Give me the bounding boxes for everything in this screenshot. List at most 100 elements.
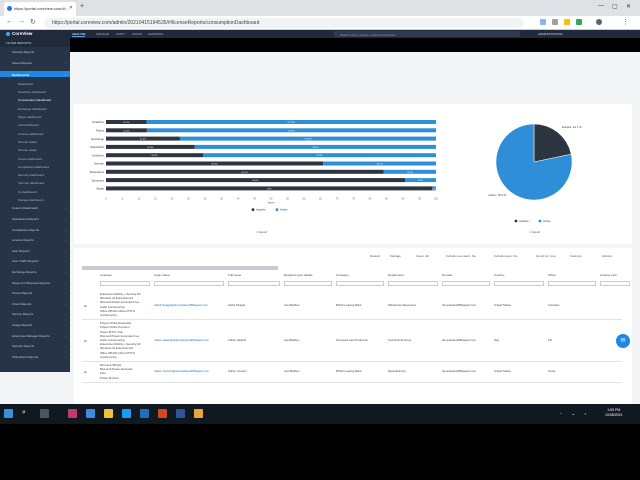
coreview-logo[interactable]: CoreView xyxy=(6,31,32,36)
nav-audit[interactable]: AUDIT xyxy=(116,32,125,36)
table-toolbar-item[interactable]: Group by: Lice xyxy=(536,254,556,258)
row-expand-icon[interactable]: ⊞ xyxy=(84,370,86,374)
legend-label[interactable]: Active xyxy=(543,219,551,223)
app-icon[interactable] xyxy=(68,409,77,418)
sidebar-item[interactable]: Dashboards ▾ xyxy=(0,71,70,78)
sidebar-item[interactable]: Storage dashboard xyxy=(0,198,70,202)
column-header[interactable]: Domain xyxy=(442,273,452,277)
sidebar-item[interactable]: Dashboard xyxy=(0,82,70,86)
column-filter-input[interactable] xyxy=(388,281,438,286)
sidebar-item[interactable]: License Reports › xyxy=(0,238,70,242)
sidebar-item[interactable]: Teams Reports › xyxy=(0,291,70,295)
close-tab-icon[interactable]: ✕ xyxy=(69,5,73,11)
sidebar-item[interactable]: Service usage xyxy=(0,148,70,152)
sidebar-item[interactable]: Exchange Reports › xyxy=(0,270,70,274)
column-header[interactable]: Full name xyxy=(228,273,241,277)
sidebar-item[interactable]: Consumption Dashboard xyxy=(0,98,70,102)
column-header[interactable]: Licenses xyxy=(100,273,112,277)
column-header[interactable]: Department xyxy=(388,273,404,277)
table-toolbar-item[interactable]: Include users: No xyxy=(494,254,517,258)
table-toolbar-item[interactable]: Columns xyxy=(570,254,582,258)
network-icon[interactable]: ◒ xyxy=(572,411,574,416)
sidebar-item[interactable]: Favorite Reports › xyxy=(0,50,70,54)
column-filter-input[interactable] xyxy=(154,281,224,286)
sidebar-item[interactable]: Compliance dashboard xyxy=(0,165,70,169)
sidebar-item[interactable]: Intel dashboard xyxy=(0,123,70,127)
table-toolbar-item[interactable]: Users: All xyxy=(416,254,429,258)
login-cell[interactable]: Adrien.Smeriel@demoshared365apac2.com xyxy=(154,369,214,373)
column-header[interactable]: Company xyxy=(336,273,349,277)
column-header[interactable]: Recipient type details xyxy=(284,273,313,277)
tray-up-icon[interactable]: ^ xyxy=(560,411,562,416)
sidebar-item[interactable]: Operational Reports › xyxy=(0,217,70,221)
volume-icon[interactable]: ◖ xyxy=(584,411,586,416)
edge-icon[interactable] xyxy=(122,409,131,418)
browser-menu-icon[interactable]: ⋮ xyxy=(622,18,629,26)
url-field[interactable]: https://portal.coreview.com/admin/202104… xyxy=(44,18,524,28)
sidebar-item[interactable]: Vo dashboard xyxy=(0,190,70,194)
column-filter-input[interactable] xyxy=(100,281,150,286)
sidebar-item[interactable]: Exchange dashboard xyxy=(0,107,70,111)
table-toolbar-item[interactable]: Actions xyxy=(602,254,612,258)
app-icon[interactable] xyxy=(86,409,95,418)
sidebar-item[interactable]: Skype For Business Reports › xyxy=(0,281,70,285)
legend-label[interactable]: Inactive xyxy=(519,219,529,223)
sidebar-item[interactable]: Saved Reports › xyxy=(0,61,70,65)
sidebar-item[interactable]: Yammer dashboard xyxy=(0,181,70,185)
help-chat-button[interactable]: ✉ xyxy=(616,334,630,348)
filter-reports-input[interactable]: FILTER REPORTS xyxy=(0,38,70,47)
sidebar-item[interactable]: Skype dashboard xyxy=(0,115,70,119)
powerpoint-icon[interactable] xyxy=(158,409,167,418)
extension-icon[interactable] xyxy=(540,19,546,25)
sidebar-item[interactable]: Usage Reports › xyxy=(0,323,70,327)
sidebar-item[interactable]: License dashboard xyxy=(0,132,70,136)
row-expand-icon[interactable]: ⊞ xyxy=(84,304,86,308)
column-filter-input[interactable] xyxy=(284,281,332,286)
close-window-icon[interactable]: ✕ xyxy=(626,3,631,10)
profile-icon[interactable] xyxy=(596,19,602,25)
nav-analyze[interactable]: ANALYZE xyxy=(72,32,86,37)
table-toolbar-item[interactable]: Reload xyxy=(370,254,380,258)
user-menu[interactable]: ADMINISTRATOR xyxy=(538,32,563,36)
sidebar-item[interactable]: Compliance Reports › xyxy=(0,228,70,232)
column-header[interactable]: License posi xyxy=(600,273,617,277)
forward-icon[interactable]: → xyxy=(18,18,25,25)
sidebar-item[interactable]: Service Reports › xyxy=(0,312,70,316)
sidebar-item[interactable]: User Traffic Reports › xyxy=(0,259,70,263)
column-header[interactable]: Login name xyxy=(154,273,170,277)
login-cell[interactable]: Abdul.Swagel@demoshared365apac2.com xyxy=(154,303,214,307)
browser-tab[interactable]: https://portal.coreview.com/#/... ✕ xyxy=(4,2,76,16)
nav-grow[interactable]: GROW xyxy=(132,32,142,36)
back-icon[interactable]: ← xyxy=(6,18,13,25)
column-filter-input[interactable] xyxy=(600,281,630,286)
windows-start-icon[interactable] xyxy=(4,409,13,418)
sidebar-item[interactable]: Cloud Reports › xyxy=(0,302,70,306)
sidebar-item[interactable]: Security Reports › xyxy=(0,344,70,348)
horizontal-scrollbar[interactable] xyxy=(82,266,278,270)
nav-learning[interactable]: LEARNING xyxy=(148,32,163,36)
legend-label[interactable]: Inactive xyxy=(256,208,266,212)
row-expand-icon[interactable]: ⊞ xyxy=(84,339,86,343)
column-filter-input[interactable] xyxy=(228,281,280,286)
clock[interactable]: 1:55 PM 10/08/2021 xyxy=(605,408,623,418)
reload-icon[interactable]: ↻ xyxy=(30,18,36,26)
extension-icon[interactable] xyxy=(564,19,570,25)
column-filter-input[interactable] xyxy=(336,281,384,286)
column-filter-input[interactable] xyxy=(442,281,490,286)
sidebar-item[interactable]: User Reports › xyxy=(0,249,70,253)
new-tab-icon[interactable]: + xyxy=(80,3,84,10)
column-header[interactable]: Country xyxy=(494,273,505,277)
table-toolbar-item[interactable]: Include new users: No xyxy=(446,254,476,258)
sidebar-item[interactable]: Enterprise Manager Reports › xyxy=(0,334,70,338)
extension-icon[interactable] xyxy=(552,19,558,25)
column-filter-input[interactable] xyxy=(548,281,596,286)
sidebar-item[interactable]: Security dashboard xyxy=(0,173,70,177)
maximize-icon[interactable]: ▢ xyxy=(612,3,618,10)
task-view-icon[interactable] xyxy=(40,409,49,418)
sidebar-item[interactable]: SharePoint Reports › xyxy=(0,355,70,359)
sidebar-item[interactable]: OneDrive dashboard xyxy=(0,90,70,94)
legend-label[interactable]: Active xyxy=(280,208,288,212)
sidebar-item[interactable]: Custom Dashboard › xyxy=(0,206,70,210)
extension-icon[interactable] xyxy=(576,19,582,25)
nav-manage[interactable]: MANAGE xyxy=(96,32,109,36)
